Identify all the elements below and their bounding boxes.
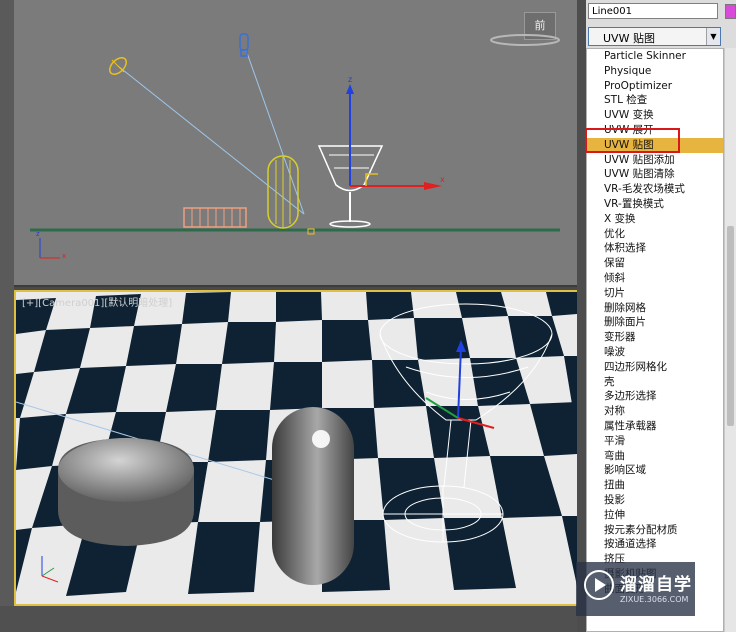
modifier-list-item[interactable]: 倾斜 bbox=[587, 271, 723, 286]
object-color-swatch[interactable] bbox=[725, 4, 736, 19]
modifier-list-item[interactable]: 拉伸 bbox=[587, 508, 723, 523]
modifier-list-item[interactable]: VR-毛发农场模式 bbox=[587, 182, 723, 197]
svg-text:z: z bbox=[36, 230, 40, 238]
modifier-list-item[interactable]: 平滑 bbox=[587, 434, 723, 449]
modifier-list-item[interactable]: VR-置换模式 bbox=[587, 197, 723, 212]
modifier-list-item[interactable]: 变形器 bbox=[587, 330, 723, 345]
modifier-list-item[interactable]: 体积选择 bbox=[587, 241, 723, 256]
modifier-list-item[interactable]: 弯曲 bbox=[587, 449, 723, 464]
disc-object[interactable] bbox=[58, 438, 194, 546]
viewport-splitter[interactable] bbox=[577, 0, 586, 632]
modifier-list-item[interactable]: 对称 bbox=[587, 404, 723, 419]
modifier-list-item[interactable]: UVW 贴图添加 bbox=[587, 153, 723, 168]
svg-text:x: x bbox=[440, 175, 445, 184]
viewport-label[interactable]: [+][Camera001][默认明暗处理] bbox=[22, 294, 172, 309]
modifier-list-item[interactable]: 投影 bbox=[587, 493, 723, 508]
capsule-object-wireframe[interactable] bbox=[267, 155, 299, 229]
disc-object-wireframe[interactable] bbox=[183, 207, 247, 228]
chevron-down-icon[interactable]: ▼ bbox=[706, 28, 720, 45]
modify-command-panel: Line001 UVW 贴图 ▼ Particle Skinner Physiqu… bbox=[586, 0, 736, 632]
watermark: 溜溜自学 ZIXUE.3066.COM bbox=[576, 562, 695, 616]
capsule-object[interactable] bbox=[272, 407, 354, 585]
modifier-list-item[interactable]: 按通道选择 bbox=[587, 537, 723, 552]
svg-text:z: z bbox=[348, 75, 352, 84]
left-toolbar-strip bbox=[0, 0, 14, 632]
object-name-field[interactable]: Line001 bbox=[588, 3, 718, 19]
modifier-list-item[interactable]: 扭曲 bbox=[587, 478, 723, 493]
modifier-list-item[interactable]: 属性承载器 bbox=[587, 419, 723, 434]
svg-text:x: x bbox=[62, 252, 66, 260]
modifier-list-item[interactable]: 噪波 bbox=[587, 345, 723, 360]
watermark-logo-icon bbox=[584, 570, 614, 600]
modifier-list-scrollbar[interactable] bbox=[724, 48, 736, 632]
modifier-list-selected: UVW 贴图 bbox=[603, 32, 655, 45]
modifier-list-item[interactable]: STL 检查 bbox=[587, 93, 723, 108]
modifier-list-item[interactable]: 优化 bbox=[587, 227, 723, 242]
light-icon[interactable] bbox=[107, 55, 130, 78]
viewcube-ring bbox=[490, 34, 560, 46]
viewport-bottom-bar bbox=[0, 606, 578, 632]
watermark-title: 溜溜自学 bbox=[620, 575, 692, 595]
camera-icon[interactable] bbox=[239, 33, 249, 57]
modifier-list-item[interactable]: UVW 变换 bbox=[587, 108, 723, 123]
camera-target-line bbox=[245, 49, 305, 215]
modifier-list-item[interactable]: 影响区域 bbox=[587, 463, 723, 478]
modifier-list-item[interactable]: 切片 bbox=[587, 286, 723, 301]
watermark-subtitle: ZIXUE.3066.COM bbox=[620, 595, 689, 604]
camera-viewport[interactable]: [+][Camera001][默认明暗处理] bbox=[14, 290, 579, 606]
transform-gizmo[interactable]: z x bbox=[346, 75, 445, 190]
modifier-list-item[interactable]: 四边形网格化 bbox=[587, 360, 723, 375]
modifier-list-item[interactable]: Physique bbox=[587, 64, 723, 79]
modifier-list-item[interactable]: 多边形选择 bbox=[587, 389, 723, 404]
modifier-list-dropdown[interactable]: UVW 贴图 ▼ bbox=[588, 27, 721, 46]
modifier-list-item[interactable]: 壳 bbox=[587, 375, 723, 390]
red-highlight-annotation bbox=[585, 128, 680, 153]
modifier-list-item[interactable]: X 变换 bbox=[587, 212, 723, 227]
modifier-list-item[interactable]: ProOptimizer bbox=[587, 79, 723, 94]
camera-viewport-scene bbox=[16, 292, 577, 604]
modifier-list-item[interactable]: Particle Skinner bbox=[587, 49, 723, 64]
front-viewport-scene: z x z x bbox=[30, 33, 560, 260]
modifier-list-item[interactable]: 保留 bbox=[587, 256, 723, 271]
modifier-list-item[interactable]: 删除网格 bbox=[587, 301, 723, 316]
world-axis-icon: z x bbox=[36, 230, 66, 260]
modifier-list-item[interactable]: UVW 贴图清除 bbox=[587, 167, 723, 182]
modifier-list-item[interactable]: 删除面片 bbox=[587, 315, 723, 330]
scrollbar-thumb[interactable] bbox=[727, 226, 734, 426]
front-viewport[interactable]: 前 z x z x bbox=[14, 0, 577, 287]
modifier-list-item[interactable]: 按元素分配材质 bbox=[587, 523, 723, 538]
